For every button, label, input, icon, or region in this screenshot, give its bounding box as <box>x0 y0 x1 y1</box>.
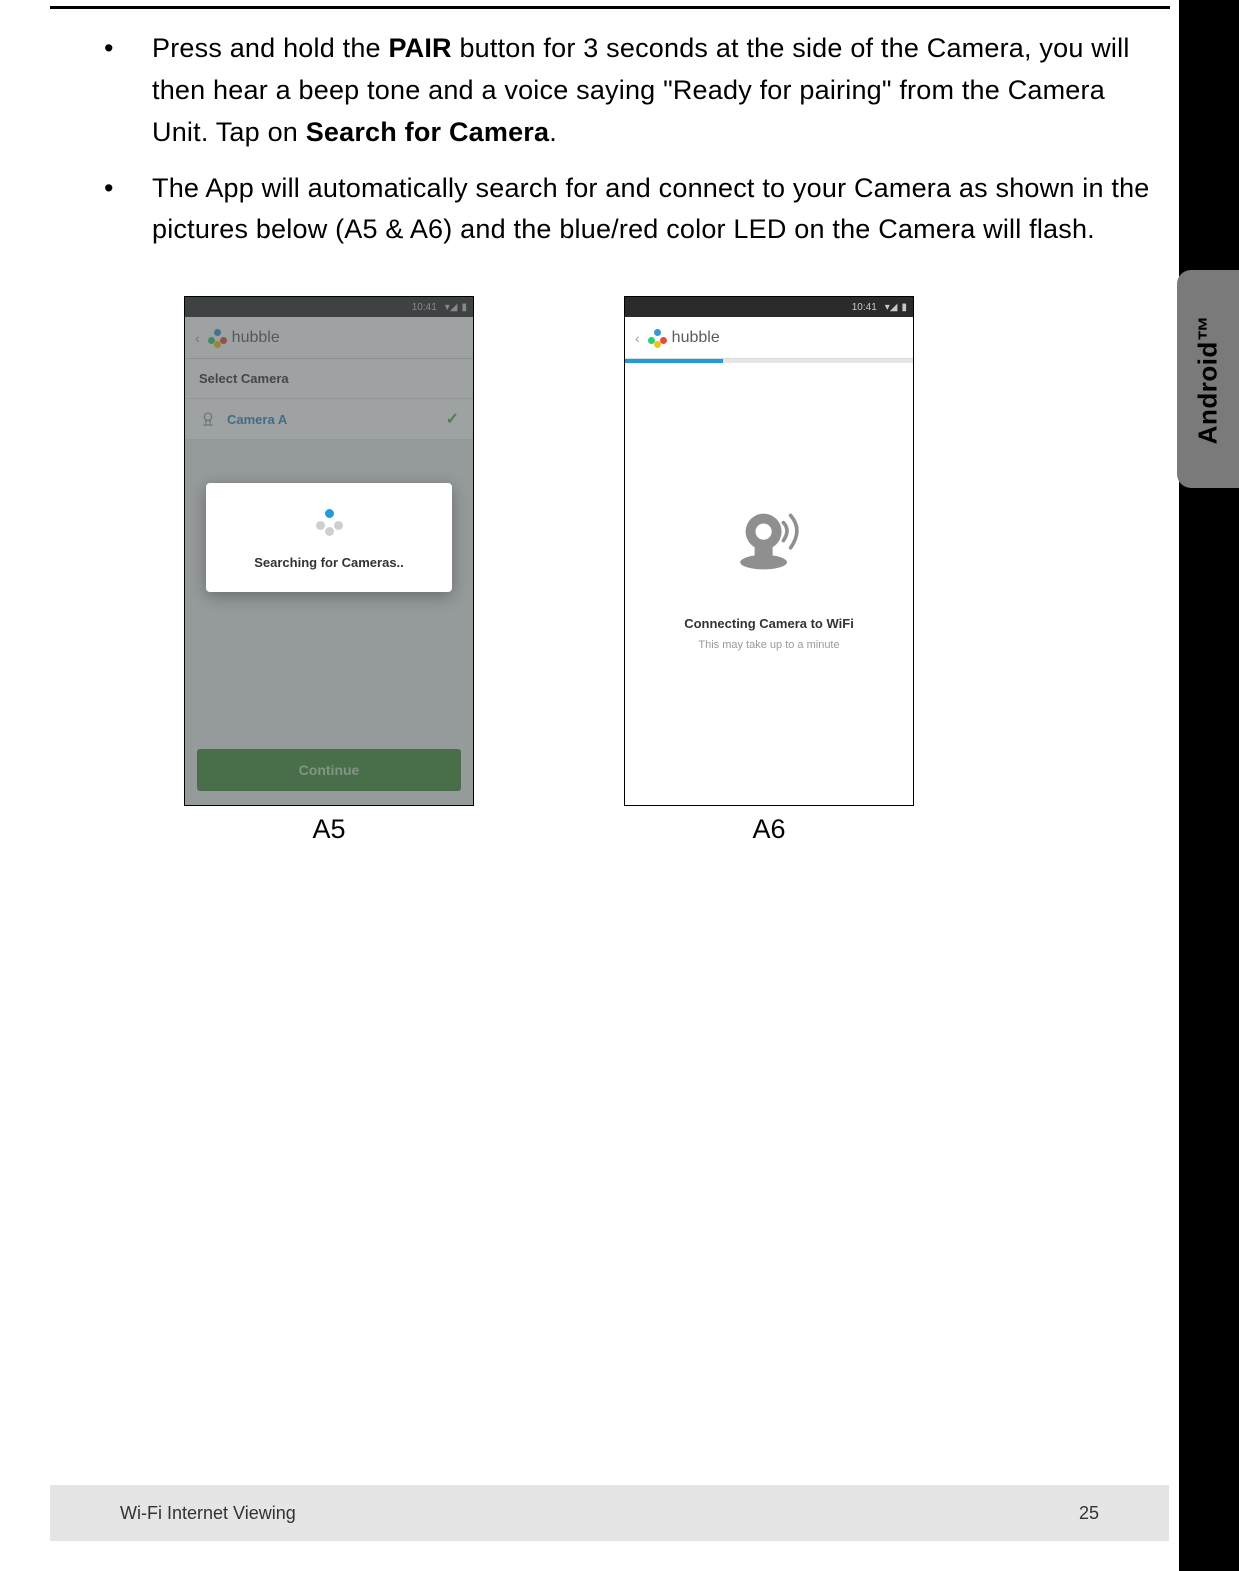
bullet-1: Press and hold the PAIR button for 3 sec… <box>100 28 1160 154</box>
screenshots-row: 10:41 ▾◢ ▮ ‹ hubble Select Camera <box>184 296 914 845</box>
bullet-list: Press and hold the PAIR button for 3 sec… <box>100 28 1160 251</box>
bullet1-post: . <box>549 117 557 147</box>
bullet1-pre: Press and hold the <box>152 33 388 63</box>
dialog-text: Searching for Cameras.. <box>254 555 404 570</box>
camera-illustration-icon <box>724 492 814 582</box>
right-black-strip <box>1179 0 1239 1571</box>
sidetab-android: Android™ <box>1177 270 1239 488</box>
sidetab-label: Android™ <box>1193 314 1224 444</box>
bullet1-search: Search for Camera <box>306 117 550 147</box>
content-area: Press and hold the PAIR button for 3 sec… <box>100 28 1160 265</box>
a6-title: Connecting Camera to WiFi <box>684 616 854 631</box>
top-rule <box>50 6 1170 9</box>
bullet-2: The App will automatically search for an… <box>100 168 1160 252</box>
phone-a5: 10:41 ▾◢ ▮ ‹ hubble Select Camera <box>184 296 474 806</box>
caption-a6: A6 <box>752 814 785 845</box>
page-number: 25 <box>1079 1503 1099 1524</box>
modal-overlay: Searching for Cameras.. <box>185 297 473 805</box>
bullet1-pair: PAIR <box>388 33 451 63</box>
screenshot-a6-wrap: 10:41 ▾◢ ▮ ‹ hubble <box>624 296 914 845</box>
searching-dialog: Searching for Cameras.. <box>206 483 452 592</box>
caption-a5: A5 <box>312 814 345 845</box>
spinner-icon <box>316 509 342 535</box>
screenshot-a5-wrap: 10:41 ▾◢ ▮ ‹ hubble Select Camera <box>184 296 474 845</box>
footer-bar: Wi-Fi Internet Viewing 25 <box>50 1485 1169 1541</box>
a6-sub: This may take up to a minute <box>698 639 839 651</box>
a6-center: Connecting Camera to WiFi This may take … <box>625 297 913 805</box>
phone-a6: 10:41 ▾◢ ▮ ‹ hubble <box>624 296 914 806</box>
footer-title: Wi-Fi Internet Viewing <box>120 1503 296 1524</box>
